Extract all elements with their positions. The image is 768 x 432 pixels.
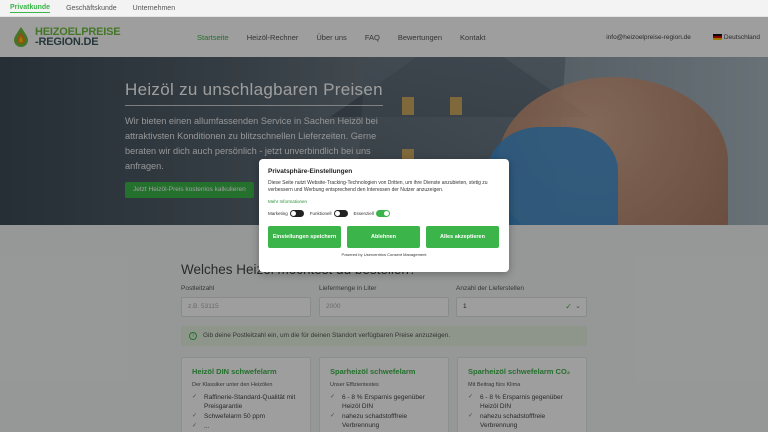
segment-business[interactable]: Geschäftskunde <box>66 5 117 12</box>
consent-title: Privatsphäre-Einstellungen <box>268 168 353 175</box>
segment-private[interactable]: Privatkunde <box>10 4 51 13</box>
customer-segment-bar: Privatkunde Geschäftskunde Unternehmen <box>0 0 768 17</box>
accept-all-button[interactable]: Alles akzeptieren <box>426 226 499 248</box>
toggle-marketing[interactable]: Marketing <box>268 210 304 217</box>
toggle-switch[interactable] <box>375 210 390 217</box>
consent-dialog: Privatsphäre-Einstellungen Diese Seite n… <box>259 159 509 272</box>
consent-toggles: Marketing Funktionell Essenziell <box>268 210 500 217</box>
more-info-link[interactable]: Mehr Informationen <box>268 199 500 204</box>
toggle-switch[interactable] <box>289 210 304 217</box>
toggle-label: Funktionell <box>309 211 332 216</box>
toggle-label: Marketing <box>268 211 288 216</box>
save-settings-button[interactable]: Einstellungen speichern <box>268 226 341 248</box>
toggle-label: Essenziell <box>353 211 374 216</box>
toggle-essential[interactable]: Essenziell <box>354 210 390 217</box>
toggle-switch[interactable] <box>333 210 348 217</box>
consent-description: Diese Seite nutzt Website-Tracking-Techn… <box>268 180 488 193</box>
reject-button[interactable]: Ablehnen <box>347 226 420 248</box>
toggle-functional[interactable]: Funktionell <box>310 210 348 217</box>
powered-by-text: Powered by Usercentrics Consent Manageme… <box>341 252 427 257</box>
segment-company[interactable]: Unternehmen <box>133 5 175 12</box>
